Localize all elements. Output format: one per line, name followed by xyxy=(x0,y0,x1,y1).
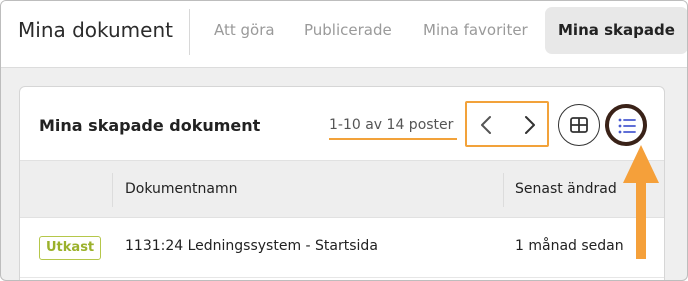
chevron-right-icon xyxy=(525,116,535,134)
last-modified: 1 månad sedan xyxy=(515,238,624,254)
top-navigation: Mina dokument Att göra Publicerade Mina … xyxy=(1,1,687,68)
header-divider xyxy=(189,9,190,55)
chevron-left-icon xyxy=(481,116,491,134)
page-title: Mina dokument xyxy=(18,18,173,42)
app-window: Mina dokument Att göra Publicerade Mina … xyxy=(0,0,688,281)
table-header: Dokumentnamn Senast ändrad xyxy=(20,160,664,218)
tab-att-gora[interactable]: Att göra xyxy=(214,21,275,39)
tab-mina-skapade[interactable]: Mina skapade xyxy=(545,7,687,54)
next-page-button[interactable] xyxy=(515,111,543,139)
list-view-icon xyxy=(618,118,636,134)
column-header-modified[interactable]: Senast ändrad xyxy=(515,181,617,197)
tab-publicerade[interactable]: Publicerade xyxy=(304,21,392,39)
card-title: Mina skapade dokument xyxy=(39,116,261,135)
status-badge: Utkast xyxy=(39,236,102,260)
column-header-name[interactable]: Dokumentnamn xyxy=(125,181,237,197)
pagination-underline xyxy=(329,138,457,140)
documents-card: Mina skapade dokument 1-10 av 14 poster xyxy=(19,86,665,280)
pagination-range[interactable]: 1-10 av 14 poster xyxy=(329,117,453,133)
column-divider xyxy=(503,173,504,207)
previous-page-button[interactable] xyxy=(473,111,501,139)
grid-view-button[interactable] xyxy=(558,104,600,146)
list-view-button[interactable] xyxy=(605,104,647,146)
tab-mina-favoriter[interactable]: Mina favoriter xyxy=(423,21,528,39)
column-divider xyxy=(112,173,113,207)
pagination-controls xyxy=(465,101,549,147)
table-row[interactable]: Utkast 1131:24 Ledningssystem - Startsid… xyxy=(20,218,664,278)
grid-view-icon xyxy=(570,117,588,133)
document-name[interactable]: 1131:24 Ledningssystem - Startsida xyxy=(125,238,378,254)
